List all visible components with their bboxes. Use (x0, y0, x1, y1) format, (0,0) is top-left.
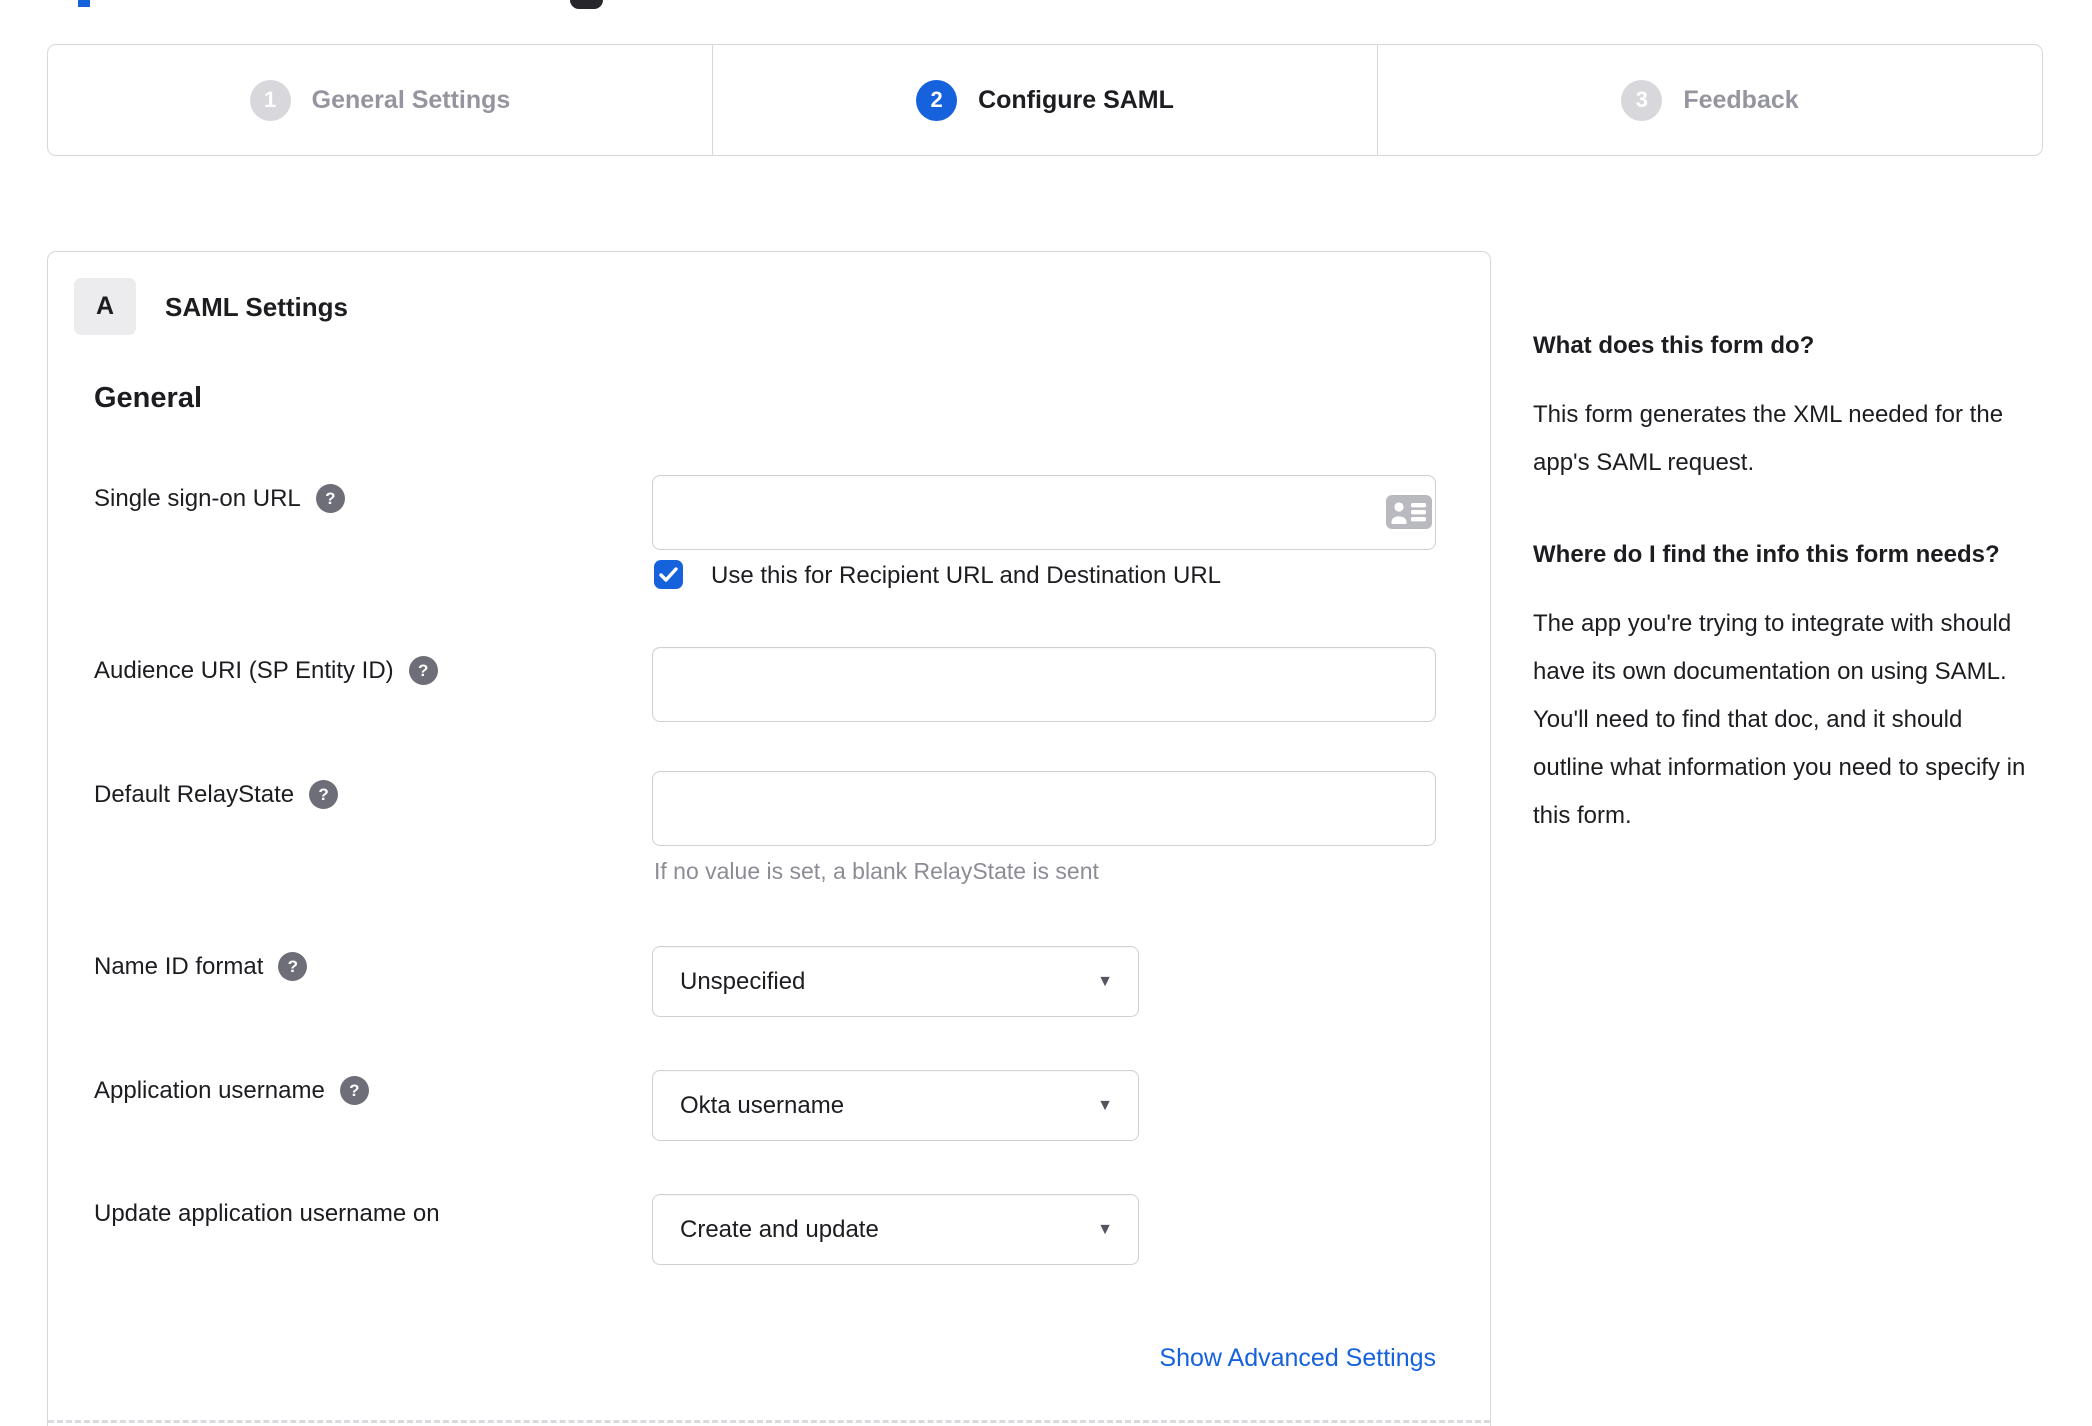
help-icon[interactable]: ? (315, 484, 345, 513)
chevron-down-icon: ▼ (1097, 1096, 1113, 1114)
help-icon[interactable]: ? (339, 1076, 369, 1105)
section-a-badge: A (74, 278, 136, 335)
step-configure-saml[interactable]: 2 Configure SAML (712, 45, 1377, 155)
relay-state-input[interactable] (652, 771, 1436, 846)
help-icon[interactable]: ? (278, 952, 308, 981)
help-icon[interactable]: ? (408, 656, 438, 685)
update-username-label-text: Update application username on (94, 1200, 440, 1227)
step-number-badge: 1 (249, 79, 291, 121)
step-general-settings[interactable]: 1 General Settings (48, 45, 712, 155)
show-advanced-settings-link[interactable]: Show Advanced Settings (652, 1344, 1436, 1373)
name-id-format-label: Name ID format ? (94, 952, 308, 981)
wizard-stepper: 1 General Settings 2 Configure SAML 3 Fe… (47, 44, 2043, 156)
chevron-down-icon: ▼ (1097, 1220, 1113, 1238)
sso-url-input[interactable] (652, 475, 1436, 550)
app-username-label-text: Application username (94, 1076, 325, 1104)
saml-settings-panel: A SAML Settings General Single sign-on U… (47, 251, 1491, 1426)
clipped-blue-indicator (78, 0, 90, 7)
step-number-badge: 3 (1621, 79, 1663, 121)
clipped-dark-shape (570, 0, 603, 9)
relay-state-label-text: Default RelayState (94, 780, 295, 808)
saml-setup-wizard: 1 General Settings 2 Configure SAML 3 Fe… (0, 0, 2092, 1426)
help-heading-where: Where do I find the info this form needs… (1533, 541, 2000, 568)
recipient-url-checkbox-label[interactable]: Use this for Recipient URL and Destinati… (711, 562, 1221, 590)
help-heading-what: What does this form do? (1533, 332, 1815, 359)
help-sidebar: What does this form do? This form genera… (1533, 326, 2033, 888)
update-username-selected-value: Create and update (680, 1215, 879, 1243)
section-title: SAML Settings (165, 292, 348, 322)
name-id-format-label-text: Name ID format (94, 952, 264, 980)
relay-state-helper-text: If no value is set, a blank RelayState i… (654, 858, 1099, 884)
relay-state-label: Default RelayState ? (94, 780, 339, 809)
dashed-section-divider (48, 1420, 1490, 1423)
step-number-badge: 2 (916, 79, 958, 121)
help-icon[interactable]: ? (309, 780, 339, 809)
app-username-select[interactable]: Okta username ▼ (652, 1070, 1139, 1141)
step-label: General Settings (311, 85, 511, 114)
checkmark-icon (659, 567, 678, 582)
step-label: Configure SAML (978, 85, 1174, 114)
update-username-label: Update application username on (94, 1200, 440, 1228)
recipient-url-checkbox[interactable] (654, 560, 683, 589)
step-label: Feedback (1683, 85, 1799, 114)
update-username-select[interactable]: Create and update ▼ (652, 1194, 1139, 1265)
help-body-what: This form generates the XML needed for t… (1533, 401, 2004, 476)
app-username-selected-value: Okta username (680, 1091, 845, 1119)
chevron-down-icon: ▼ (1097, 972, 1113, 990)
app-username-label: Application username ? (94, 1076, 369, 1105)
general-group-heading: General (94, 382, 202, 414)
name-id-format-selected-value: Unspecified (680, 967, 806, 995)
audience-uri-label-text: Audience URI (SP Entity ID) (94, 656, 394, 684)
step-feedback[interactable]: 3 Feedback (1377, 45, 2042, 155)
audience-uri-label: Audience URI (SP Entity ID) ? (94, 656, 438, 685)
name-id-format-select[interactable]: Unspecified ▼ (652, 946, 1139, 1017)
sso-url-label-text: Single sign-on URL (94, 484, 301, 512)
audience-uri-input[interactable] (652, 647, 1436, 722)
sso-url-label: Single sign-on URL ? (94, 484, 345, 513)
help-body-where: The app you're trying to integrate with … (1533, 610, 2026, 829)
